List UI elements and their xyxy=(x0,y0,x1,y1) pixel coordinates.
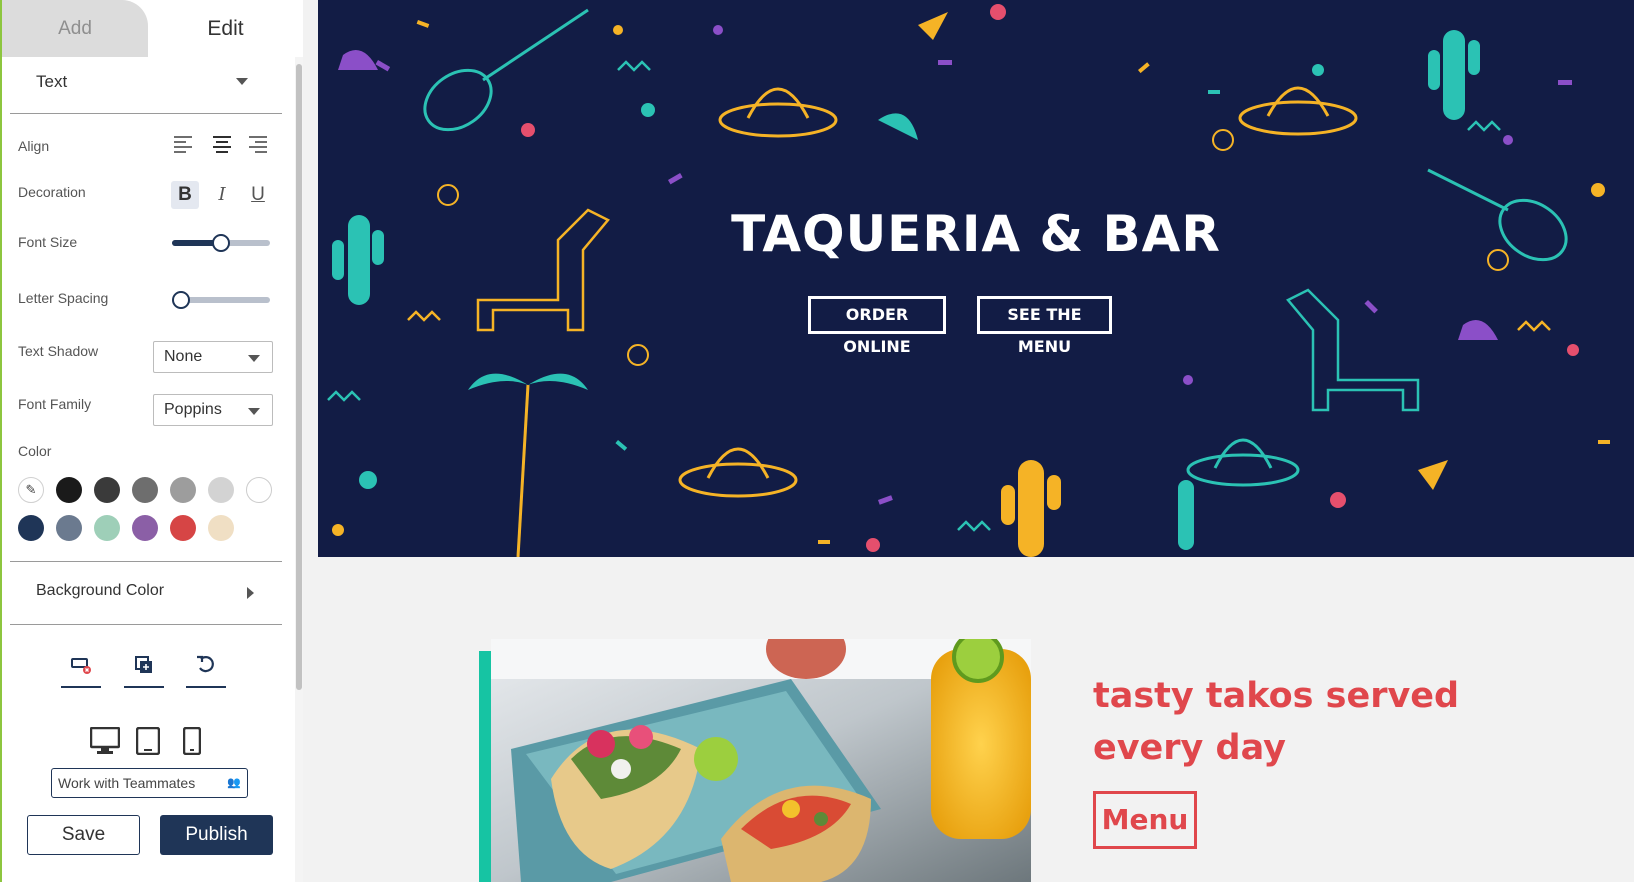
chevron-down-icon xyxy=(236,78,248,85)
letter-spacing-label: Letter Spacing xyxy=(18,290,109,306)
tab-add[interactable]: Add xyxy=(2,0,148,57)
element-type-select[interactable]: Text xyxy=(10,64,282,114)
duplicate-icon xyxy=(135,656,152,673)
eyedropper-icon[interactable]: ✎ xyxy=(18,477,44,503)
font-size-slider-knob[interactable] xyxy=(212,234,230,252)
site-canvas: TAQUERIA & BAR ORDER ONLINE SEE THE MENU xyxy=(318,0,1634,882)
tagline-heading[interactable]: tasty takos served every day xyxy=(1093,670,1513,774)
menu-button[interactable]: Menu xyxy=(1093,791,1197,849)
duplicate-element-button[interactable] xyxy=(124,654,164,688)
work-with-teammates-label: Work with Teammates xyxy=(58,775,196,791)
underline-button[interactable]: U xyxy=(244,181,272,209)
align-left-icon[interactable] xyxy=(174,136,192,153)
hero-title[interactable]: TAQUERIA & BAR xyxy=(318,205,1634,263)
sidebar-tabs: Add Edit xyxy=(2,0,303,57)
chevron-down-icon xyxy=(248,355,260,362)
text-shadow-select[interactable]: None xyxy=(153,341,273,373)
mobile-view-icon[interactable] xyxy=(182,726,202,760)
color-swatch-navy[interactable] xyxy=(18,515,44,541)
remove-element-icon xyxy=(71,658,91,674)
undo-icon xyxy=(197,655,214,673)
background-color-label: Background Color xyxy=(36,582,165,599)
work-with-teammates-button[interactable]: Work with Teammates 👥 xyxy=(51,768,248,798)
mexican-doodle-pattern xyxy=(327,4,1610,557)
tablet-view-icon[interactable] xyxy=(135,726,161,760)
photo-accent-bar xyxy=(479,651,491,882)
tacos-photo[interactable] xyxy=(491,639,1031,882)
font-family-select[interactable]: Poppins xyxy=(153,394,273,426)
decoration-label: Decoration xyxy=(18,184,86,200)
divider xyxy=(10,561,282,562)
color-swatch-black[interactable] xyxy=(56,477,82,503)
color-swatch-silver[interactable] xyxy=(208,477,234,503)
element-type-label: Text xyxy=(36,72,68,91)
tab-edit[interactable]: Edit xyxy=(148,0,303,57)
align-right-icon[interactable] xyxy=(249,136,267,153)
letter-spacing-slider-knob[interactable] xyxy=(172,291,190,309)
color-swatch-gray[interactable] xyxy=(132,477,158,503)
color-swatch-mint[interactable] xyxy=(94,515,120,541)
color-swatch-dark-gray[interactable] xyxy=(94,477,120,503)
save-button[interactable]: Save xyxy=(27,815,140,855)
color-label: Color xyxy=(18,443,52,459)
see-the-menu-button[interactable]: SEE THE MENU xyxy=(977,296,1112,356)
editor-sidebar: Add Edit Text Align Decoration B I U Fon… xyxy=(0,0,303,882)
chevron-right-icon xyxy=(247,587,254,599)
color-swatch-white[interactable] xyxy=(246,477,272,503)
color-swatch-slate[interactable] xyxy=(56,515,82,541)
sidebar-scrollbar-thumb[interactable] xyxy=(296,64,302,690)
hero-section[interactable]: TAQUERIA & BAR ORDER ONLINE SEE THE MENU xyxy=(318,0,1634,557)
color-swatch-cream[interactable] xyxy=(208,515,234,541)
text-shadow-value: None xyxy=(164,348,203,365)
font-size-label: Font Size xyxy=(18,234,78,250)
color-swatch-purple[interactable] xyxy=(132,515,158,541)
font-family-label: Font Family xyxy=(18,396,92,412)
undo-button[interactable] xyxy=(186,654,226,688)
color-swatch-light-gray[interactable] xyxy=(170,477,196,503)
align-label: Align xyxy=(18,138,50,154)
tacos-image xyxy=(491,639,1031,882)
users-icon: 👥 xyxy=(227,777,241,789)
background-color-row[interactable]: Background Color xyxy=(10,570,282,610)
order-online-button[interactable]: ORDER ONLINE xyxy=(808,296,946,356)
bold-button[interactable]: B xyxy=(171,181,199,209)
align-center-icon[interactable] xyxy=(213,136,231,153)
delete-element-button[interactable] xyxy=(61,654,101,688)
italic-button[interactable]: I xyxy=(208,181,236,209)
text-shadow-label: Text Shadow xyxy=(18,343,99,359)
desktop-view-icon[interactable] xyxy=(89,726,121,760)
publish-button[interactable]: Publish xyxy=(160,815,273,855)
divider xyxy=(10,624,282,625)
font-family-value: Poppins xyxy=(164,401,222,418)
color-swatch-red[interactable] xyxy=(170,515,196,541)
chevron-down-icon xyxy=(248,408,260,415)
